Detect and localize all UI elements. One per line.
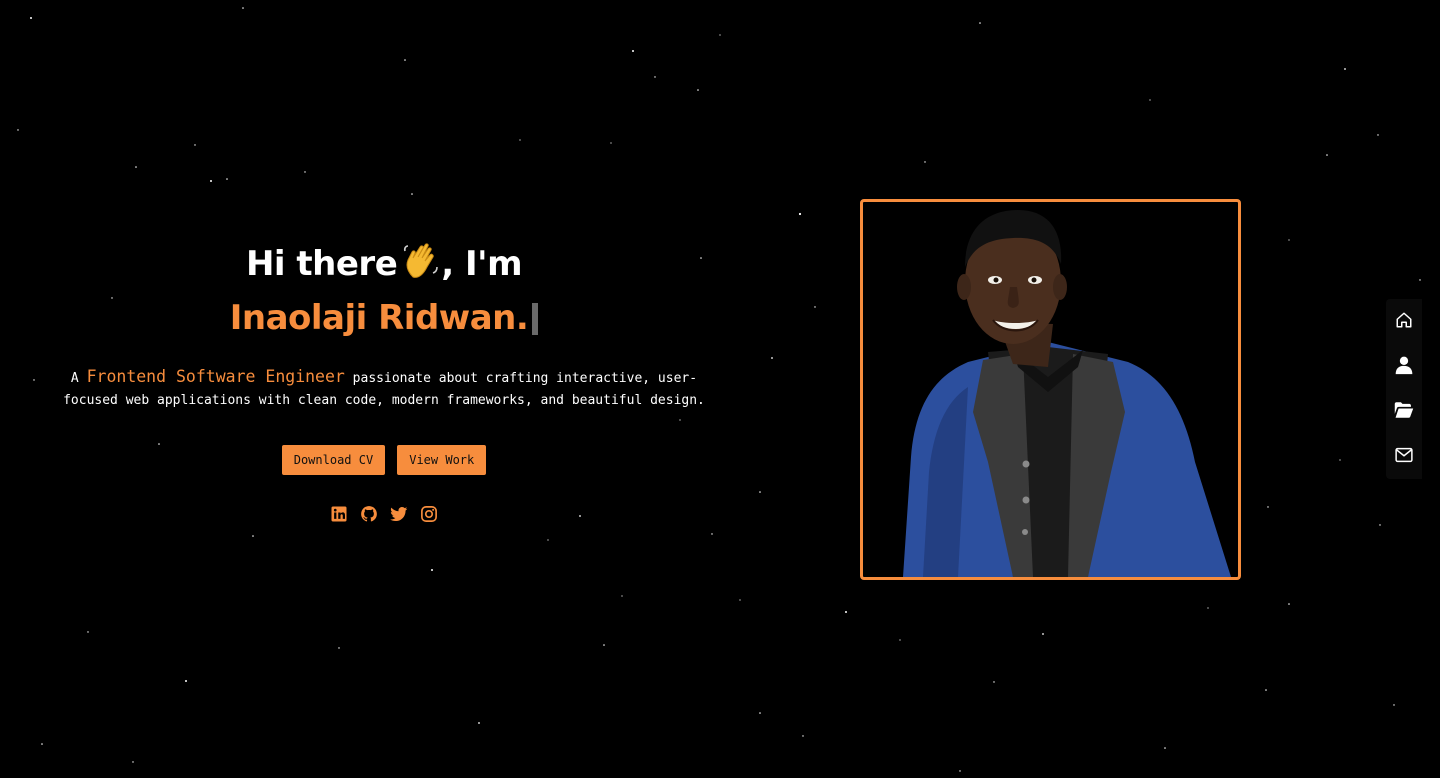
hero-text: Hi there , I'm Inaolaji Ridwan. A Fronte…: [50, 240, 718, 523]
nav-about-button[interactable]: [1386, 344, 1422, 389]
nav-projects-button[interactable]: [1386, 389, 1422, 434]
waving-hand-icon: [403, 243, 439, 294]
mail-icon: [1395, 447, 1413, 467]
nav-home-button[interactable]: [1386, 299, 1422, 344]
download-cv-button[interactable]: Download CV: [281, 445, 386, 475]
portrait-illustration: [903, 210, 1231, 577]
view-work-button[interactable]: View Work: [397, 445, 487, 475]
role-highlight: Frontend Software Engineer: [86, 367, 345, 386]
greeting-heading: Hi there , I'm: [50, 240, 718, 294]
cta-buttons: Download CV View Work: [50, 445, 718, 475]
name-heading: Inaolaji Ridwan.: [50, 294, 718, 342]
social-links: [50, 505, 718, 523]
instagram-icon[interactable]: [420, 505, 438, 523]
greeting-prefix: Hi there: [245, 244, 398, 284]
home-icon: [1395, 311, 1413, 333]
side-nav: [1386, 299, 1422, 479]
twitter-icon[interactable]: [390, 505, 408, 523]
folder-open-icon: [1394, 401, 1414, 423]
profile-photo: [860, 199, 1241, 580]
user-icon: [1394, 355, 1414, 379]
intro-prefix: A: [70, 371, 87, 386]
developer-name: Inaolaji Ridwan.: [229, 298, 529, 338]
typing-cursor: [532, 303, 539, 335]
linkedin-icon[interactable]: [330, 505, 348, 523]
intro-paragraph: A Frontend Software Engineer passionate …: [54, 366, 714, 411]
greeting-suffix: , I'm: [441, 244, 523, 284]
github-icon[interactable]: [360, 505, 378, 523]
nav-contact-button[interactable]: [1386, 434, 1422, 479]
